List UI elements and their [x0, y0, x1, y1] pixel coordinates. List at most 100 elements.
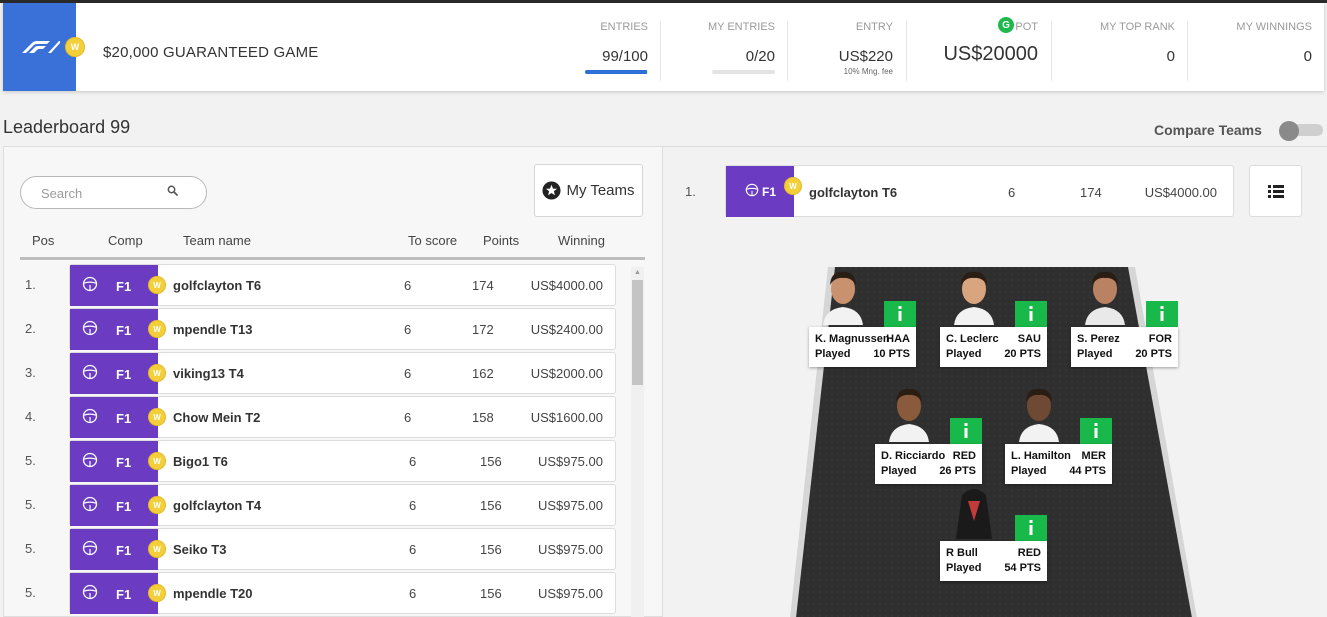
driver-photo-icon	[889, 388, 929, 442]
team-car-icon	[956, 489, 992, 539]
leaderboard-title: Leaderboard 99	[3, 117, 131, 137]
info-icon	[964, 423, 968, 438]
comp-label: F1	[116, 543, 132, 558]
compare-teams-toggle[interactable]	[1279, 121, 1323, 141]
comp-badge: F1	[70, 309, 158, 350]
row-card[interactable]: F1 W Seiko T3 6 156 US$975.00	[69, 528, 616, 570]
top-rank-value: 0	[1166, 48, 1175, 65]
driver-photo-icon	[823, 271, 863, 325]
currency-coin-icon: W	[148, 320, 166, 338]
row-position: 4.	[25, 409, 36, 424]
driver-info-button[interactable]	[1015, 515, 1047, 541]
driver-info-button[interactable]	[1146, 301, 1178, 327]
entries-stat: ENTRIES 99/100	[573, 3, 648, 91]
table-row[interactable]: 5. F1 W Bigo1 T6 6 156 US$975.00	[20, 440, 618, 482]
row-winning: US$975.00	[537, 498, 603, 513]
driver-score: 26 PTS	[939, 465, 976, 477]
leaderboard-scrollbar[interactable]: ▲	[631, 267, 644, 617]
comp-badge: F1	[70, 265, 158, 306]
table-row[interactable]: 5. F1 W Seiko T3 6 156 US$975.00	[20, 528, 618, 570]
winnings-label: MY WINNINGS	[1236, 21, 1312, 33]
row-card[interactable]: F1 Wmpendle T13 6 172 US$2400.00	[69, 308, 616, 350]
star-circle-icon	[542, 181, 561, 200]
game-header: W $20,000 GUARANTEED GAME ENTRIES 99/100…	[3, 3, 1324, 91]
row-team-name: mpendle T13	[173, 322, 253, 337]
steering-wheel-icon	[82, 364, 98, 380]
entries-label: ENTRIES	[600, 21, 648, 33]
row-card[interactable]: F1 Wviking13 T4 6 162 US$2000.00	[69, 352, 616, 394]
driver-status: Played	[946, 348, 982, 360]
row-card[interactable]: F1 W Chow Mein T2 6 158 US$1600.00	[69, 396, 616, 438]
pot-value: US$20000	[943, 43, 1038, 65]
table-row[interactable]: 5. F1 Wmpendle T20 6 156 US$975.00	[20, 572, 618, 614]
comp-label: F1	[116, 587, 132, 602]
row-card[interactable]: F1 Wgolfclayton T6 6 174 US$4000.00	[69, 264, 616, 306]
row-card[interactable]: F1 W Bigo1 T6 6 156 US$975.00	[69, 440, 616, 482]
driver-info-button[interactable]	[884, 301, 916, 327]
driver-team: FOR	[1148, 333, 1172, 345]
row-to-score: 6	[409, 586, 417, 601]
table-row[interactable]: 2. F1 Wmpendle T13 6 172 US$2400.00	[20, 308, 618, 350]
col-pos[interactable]: Pos	[32, 233, 54, 248]
driver-info-button[interactable]	[1080, 418, 1112, 444]
comp-label: F1	[116, 367, 132, 382]
row-team-name: Bigo1 T6	[173, 454, 228, 469]
driver-photo-icon	[954, 271, 994, 325]
driver-team: MER	[1081, 450, 1106, 462]
row-card[interactable]: F1 Wmpendle T20 6 156 US$975.00	[69, 572, 616, 614]
driver-name: S. Perez	[1077, 333, 1120, 345]
row-card[interactable]: F1 Wgolfclayton T4 6 156 US$975.00	[69, 484, 616, 526]
my-teams-label: My Teams	[566, 182, 635, 199]
steering-wheel-icon	[82, 496, 98, 512]
driver-plate: L. Hamilton MER Played 44 PTS	[1005, 444, 1112, 484]
row-to-score: 6	[404, 322, 412, 337]
table-row[interactable]: 5. F1 Wgolfclayton T4 6 156 US$975.00	[20, 484, 618, 526]
search-placeholder: Search	[41, 186, 83, 201]
driver-photo-icon	[1085, 271, 1125, 325]
comp-badge: F1	[70, 529, 158, 570]
my-entries-label: MY ENTRIES	[707, 21, 775, 33]
f1-logo-icon	[21, 41, 60, 53]
row-position: 3.	[25, 365, 36, 380]
my-teams-button[interactable]: My Teams	[534, 164, 643, 217]
table-row[interactable]: 1. F1 Wgolfclayton T6 6 174 US$4000.00	[20, 264, 618, 306]
row-position: 5.	[25, 541, 36, 556]
top-rank-label: MY TOP RANK	[1100, 21, 1175, 33]
scroll-up-icon[interactable]: ▲	[634, 269, 641, 276]
table-row[interactable]: 3. F1 Wviking13 T4 6 162 US$2000.00	[20, 352, 618, 394]
search-input[interactable]: Search	[20, 176, 207, 209]
row-winning: US$4000.00	[530, 278, 603, 293]
info-icon	[1160, 306, 1164, 321]
comp-label: F1	[116, 279, 132, 294]
row-team-name: viking13 T4	[173, 366, 244, 381]
driver-info-button[interactable]	[1015, 301, 1047, 327]
row-points: 156	[480, 498, 502, 513]
info-icon	[1029, 520, 1033, 535]
entry-stat: ENTRY US$220 10% Mng. fee	[803, 3, 893, 91]
driver-plate: K. Magnussen HAA Played 10 PTS	[809, 327, 916, 367]
driver-name: L. Hamilton	[1011, 450, 1071, 462]
driver-info-button[interactable]	[950, 418, 982, 444]
col-team-name[interactable]: Team name	[183, 233, 251, 248]
steering-wheel-icon	[82, 584, 98, 600]
driver-team: RED	[952, 450, 976, 462]
my-entries-stat: MY ENTRIES 0/20	[693, 3, 775, 91]
driver-name: K. Magnussen	[815, 333, 890, 345]
col-winning[interactable]: Winning	[558, 233, 605, 248]
col-to-score[interactable]: To score	[408, 233, 457, 248]
col-comp[interactable]: Comp	[108, 233, 143, 248]
col-points[interactable]: Points	[483, 233, 519, 248]
row-team-name: mpendle T20	[173, 586, 253, 601]
driver-team: SAU	[1017, 333, 1041, 345]
row-to-score: 6	[404, 366, 412, 381]
currency-coin-icon: W	[148, 452, 166, 470]
search-icon[interactable]	[167, 185, 179, 197]
steering-wheel-icon	[82, 452, 98, 468]
row-team-name: golfclayton T6	[173, 278, 262, 293]
row-winning: US$975.00	[537, 454, 603, 469]
pot-stat: G POT US$20000	[923, 3, 1038, 91]
table-row[interactable]: 4. F1 W Chow Mein T2 6 158 US$1600.00	[20, 396, 618, 438]
row-points: 158	[472, 410, 494, 425]
row-to-score: 6	[409, 542, 417, 557]
row-to-score: 6	[404, 278, 412, 293]
